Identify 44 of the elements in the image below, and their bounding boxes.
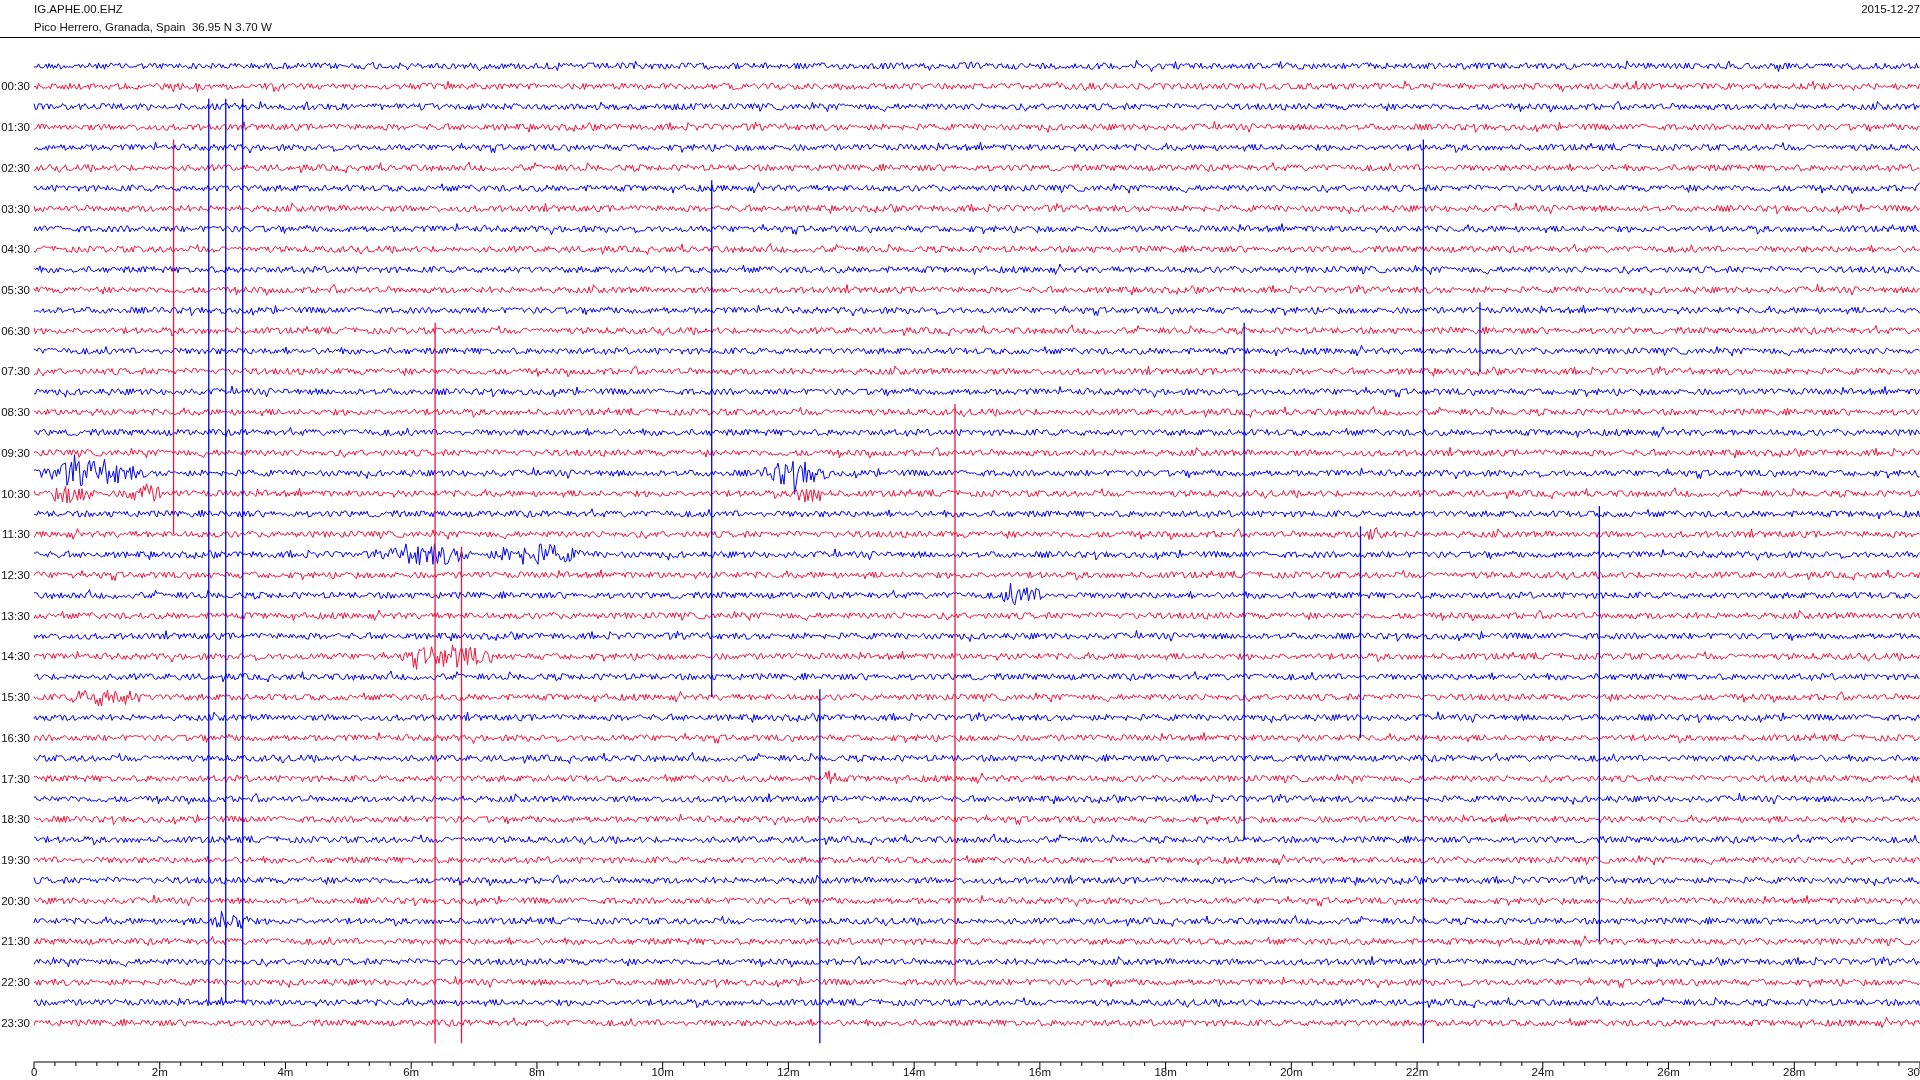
time-label: 08:30: [1, 406, 30, 419]
time-label: 01:30: [1, 121, 30, 134]
time-label: 14:30: [1, 650, 30, 663]
axis-tick-label: 26m: [1657, 1066, 1680, 1078]
time-label: 19:30: [1, 854, 30, 867]
axis-tick-label: 8m: [528, 1066, 545, 1078]
time-label: 17:30: [1, 772, 30, 785]
axis-tick-label: 14m: [902, 1066, 926, 1078]
axis-tick-label: 22m: [1405, 1066, 1429, 1078]
time-label: 09:30: [1, 446, 30, 459]
date-label: 2015-12-27: [1861, 2, 1920, 16]
axis-tick-label: 0: [31, 1066, 38, 1078]
time-label: 10:30: [1, 487, 30, 500]
axis-tick-label: 30: [1907, 1066, 1920, 1078]
time-label: 05:30: [1, 283, 30, 296]
time-label: 20:30: [1, 894, 30, 907]
axis-tick-label: 2m: [151, 1066, 168, 1078]
station-code: IG.APHE.00.EHZ: [34, 2, 124, 16]
time-label: 03:30: [1, 202, 30, 215]
axis-tick-label: 18m: [1154, 1066, 1177, 1078]
axis-tick-label: 16m: [1028, 1066, 1052, 1078]
time-label: 23:30: [1, 1016, 30, 1029]
spike-line: [1479, 301, 1481, 373]
time-label: 07:30: [1, 365, 30, 378]
time-label: 02:30: [1, 161, 30, 174]
time-label: 04:30: [1, 243, 30, 256]
axis-tick-label: 12m: [777, 1066, 800, 1078]
time-label: 13:30: [1, 609, 30, 622]
axis-tick-label: 4m: [277, 1066, 294, 1078]
time-label: 12:30: [1, 569, 30, 581]
axis-tick-label: 20m: [1280, 1066, 1303, 1078]
axis-tick-label: 28m: [1783, 1066, 1806, 1078]
time-label: 21:30: [1, 935, 30, 948]
station-location: Pico Herrero, Granada, Spain 36.95 N 3.70 W: [34, 20, 272, 34]
time-label: 15:30: [1, 691, 30, 704]
time-label: 11:30: [2, 528, 30, 541]
time-label: 22:30: [1, 976, 30, 989]
time-label: 18:30: [1, 813, 30, 826]
time-label: 16:30: [1, 731, 30, 744]
axis-tick-label: 6m: [403, 1066, 420, 1078]
axis-tick-label: 24m: [1531, 1066, 1554, 1078]
time-label: 06:30: [1, 324, 30, 337]
time-label: 00:30: [1, 80, 30, 93]
axis-tick-label: 10m: [651, 1066, 674, 1078]
